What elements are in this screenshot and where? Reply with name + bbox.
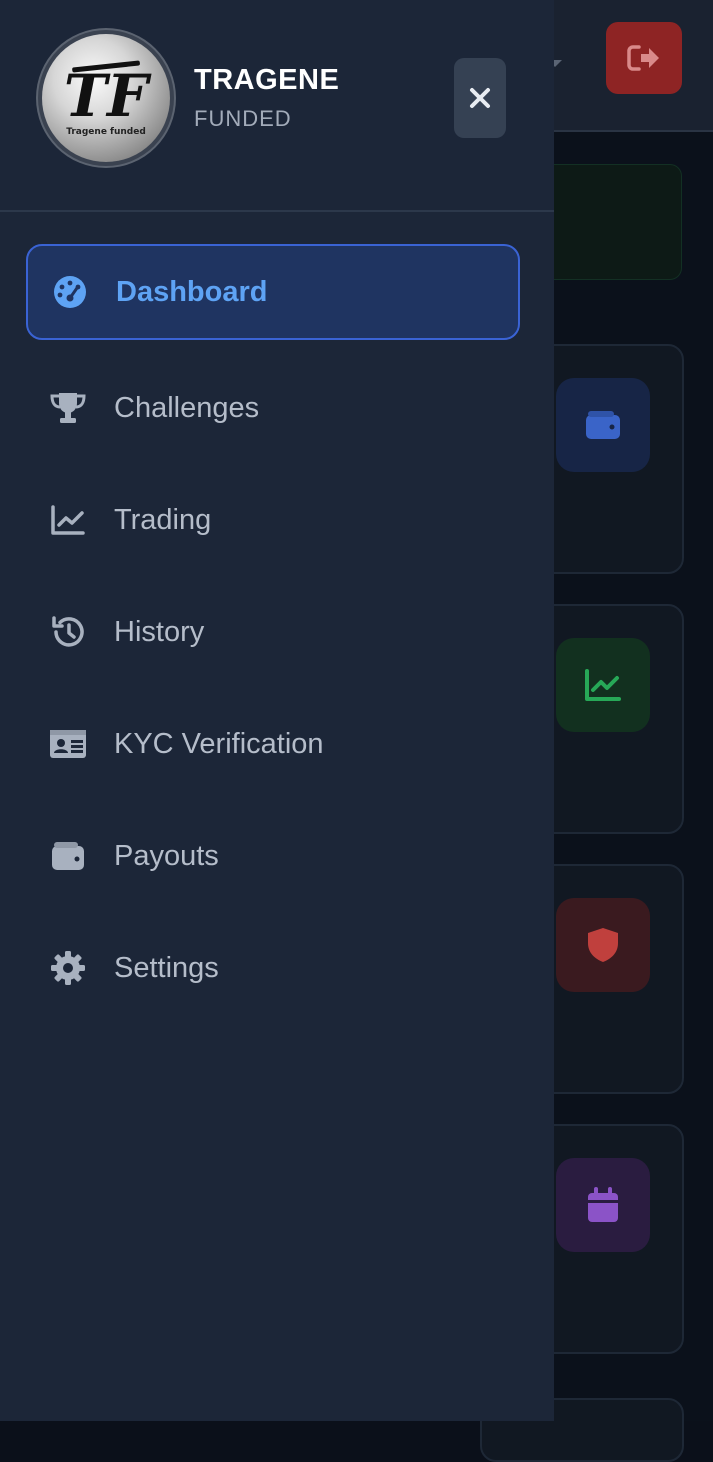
logo-monogram: TF bbox=[64, 62, 152, 130]
brand-name: TRAGENE bbox=[194, 64, 340, 96]
drawer-header: TF Tragene funded TRAGENE FUNDED bbox=[0, 0, 554, 212]
shield-icon bbox=[556, 898, 650, 992]
sidebar-item-payouts[interactable]: Payouts bbox=[26, 808, 520, 904]
close-icon bbox=[470, 88, 490, 108]
sidebar-item-kyc-verification[interactable]: KYC Verification bbox=[26, 696, 520, 792]
sidebar-item-label: KYC Verification bbox=[114, 727, 324, 760]
sidebar-item-trading[interactable]: Trading bbox=[26, 472, 520, 568]
nav-drawer: TF Tragene funded TRAGENE FUNDED Dashboa… bbox=[0, 0, 554, 1421]
logout-icon bbox=[627, 45, 659, 71]
id-card-icon bbox=[48, 724, 88, 764]
line-chart-icon bbox=[48, 500, 88, 540]
line-chart-icon bbox=[556, 638, 650, 732]
calendar-icon bbox=[556, 1158, 650, 1252]
logout-button[interactable] bbox=[606, 22, 682, 94]
sidebar-item-challenges[interactable]: Challenges bbox=[26, 360, 520, 456]
gear-icon bbox=[48, 948, 88, 988]
gauge-icon bbox=[50, 272, 90, 312]
sidebar-item-label: Dashboard bbox=[116, 275, 268, 308]
history-icon bbox=[48, 612, 88, 652]
sidebar-item-label: Trading bbox=[114, 503, 212, 536]
wallet-icon bbox=[556, 378, 650, 472]
sidebar-item-label: Payouts bbox=[114, 839, 219, 872]
wallet-icon bbox=[48, 836, 88, 876]
brand-logo: TF Tragene funded bbox=[42, 34, 170, 162]
sidebar-item-dashboard[interactable]: Dashboard bbox=[26, 244, 520, 340]
sidebar-item-label: Settings bbox=[114, 951, 219, 984]
sidebar-item-label: History bbox=[114, 615, 205, 648]
trophy-icon bbox=[48, 388, 88, 428]
brand-subtitle: FUNDED bbox=[194, 106, 292, 131]
logo-caption: Tragene funded bbox=[66, 127, 146, 137]
sidebar-item-settings[interactable]: Settings bbox=[26, 920, 520, 1016]
close-drawer-button[interactable] bbox=[454, 58, 506, 138]
sidebar-item-label: Challenges bbox=[114, 391, 260, 424]
sidebar-item-history[interactable]: History bbox=[26, 584, 520, 680]
